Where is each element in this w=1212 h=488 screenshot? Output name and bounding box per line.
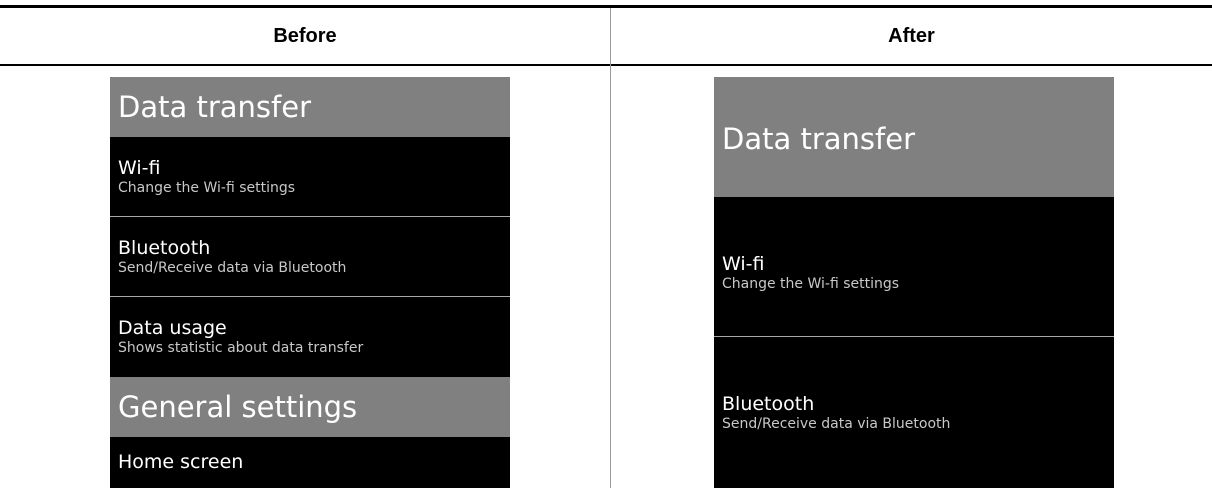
list-item-subtitle: Shows statistic about data transfer	[118, 340, 364, 356]
before-screen: Data transfer Wi-fi Change the Wi-fi set…	[110, 77, 510, 488]
list-item-title: Bluetooth	[722, 393, 815, 415]
list-item-title: Bluetooth	[118, 237, 211, 259]
column-header-before: Before	[273, 24, 337, 47]
list-item-title: Data usage	[118, 317, 227, 339]
after-screen: Data transfer Wi-fi Change the Wi-fi set…	[714, 77, 1114, 488]
list-item-data-usage[interactable]: Data usage Shows statistic about data tr…	[110, 297, 510, 377]
list-item-bluetooth[interactable]: Bluetooth Send/Receive data via Bluetoot…	[714, 337, 1114, 488]
list-item-title: Wi-fi	[118, 157, 161, 179]
list-item-title: Home screen	[118, 451, 244, 473]
list-item-wifi[interactable]: Wi-fi Change the Wi-fi settings	[714, 197, 1114, 337]
column-header-after: After	[888, 24, 935, 47]
list-item-subtitle: Change the Wi-fi settings	[722, 276, 900, 292]
list-item-wifi[interactable]: Wi-fi Change the Wi-fi settings	[110, 137, 510, 217]
list-item-title: Wi-fi	[722, 253, 765, 275]
section-header-data-transfer: Data transfer	[714, 77, 1114, 197]
section-header-label: General settings	[118, 390, 358, 424]
list-item-bluetooth[interactable]: Bluetooth Send/Receive data via Bluetoot…	[110, 217, 510, 297]
section-header-label: Data transfer	[722, 122, 915, 156]
section-header-label: Data transfer	[118, 90, 311, 124]
section-header-data-transfer: Data transfer	[110, 77, 510, 137]
list-item-subtitle: Change the Wi-fi settings	[118, 180, 296, 196]
table-header-rule	[0, 64, 1212, 66]
column-divider	[610, 8, 611, 488]
section-header-general-settings: General settings	[110, 377, 510, 437]
list-item-subtitle: Send/Receive data via Bluetooth	[722, 416, 951, 432]
list-item-home-screen[interactable]: Home screen	[110, 437, 510, 488]
list-item-subtitle: Send/Receive data via Bluetooth	[118, 260, 347, 276]
